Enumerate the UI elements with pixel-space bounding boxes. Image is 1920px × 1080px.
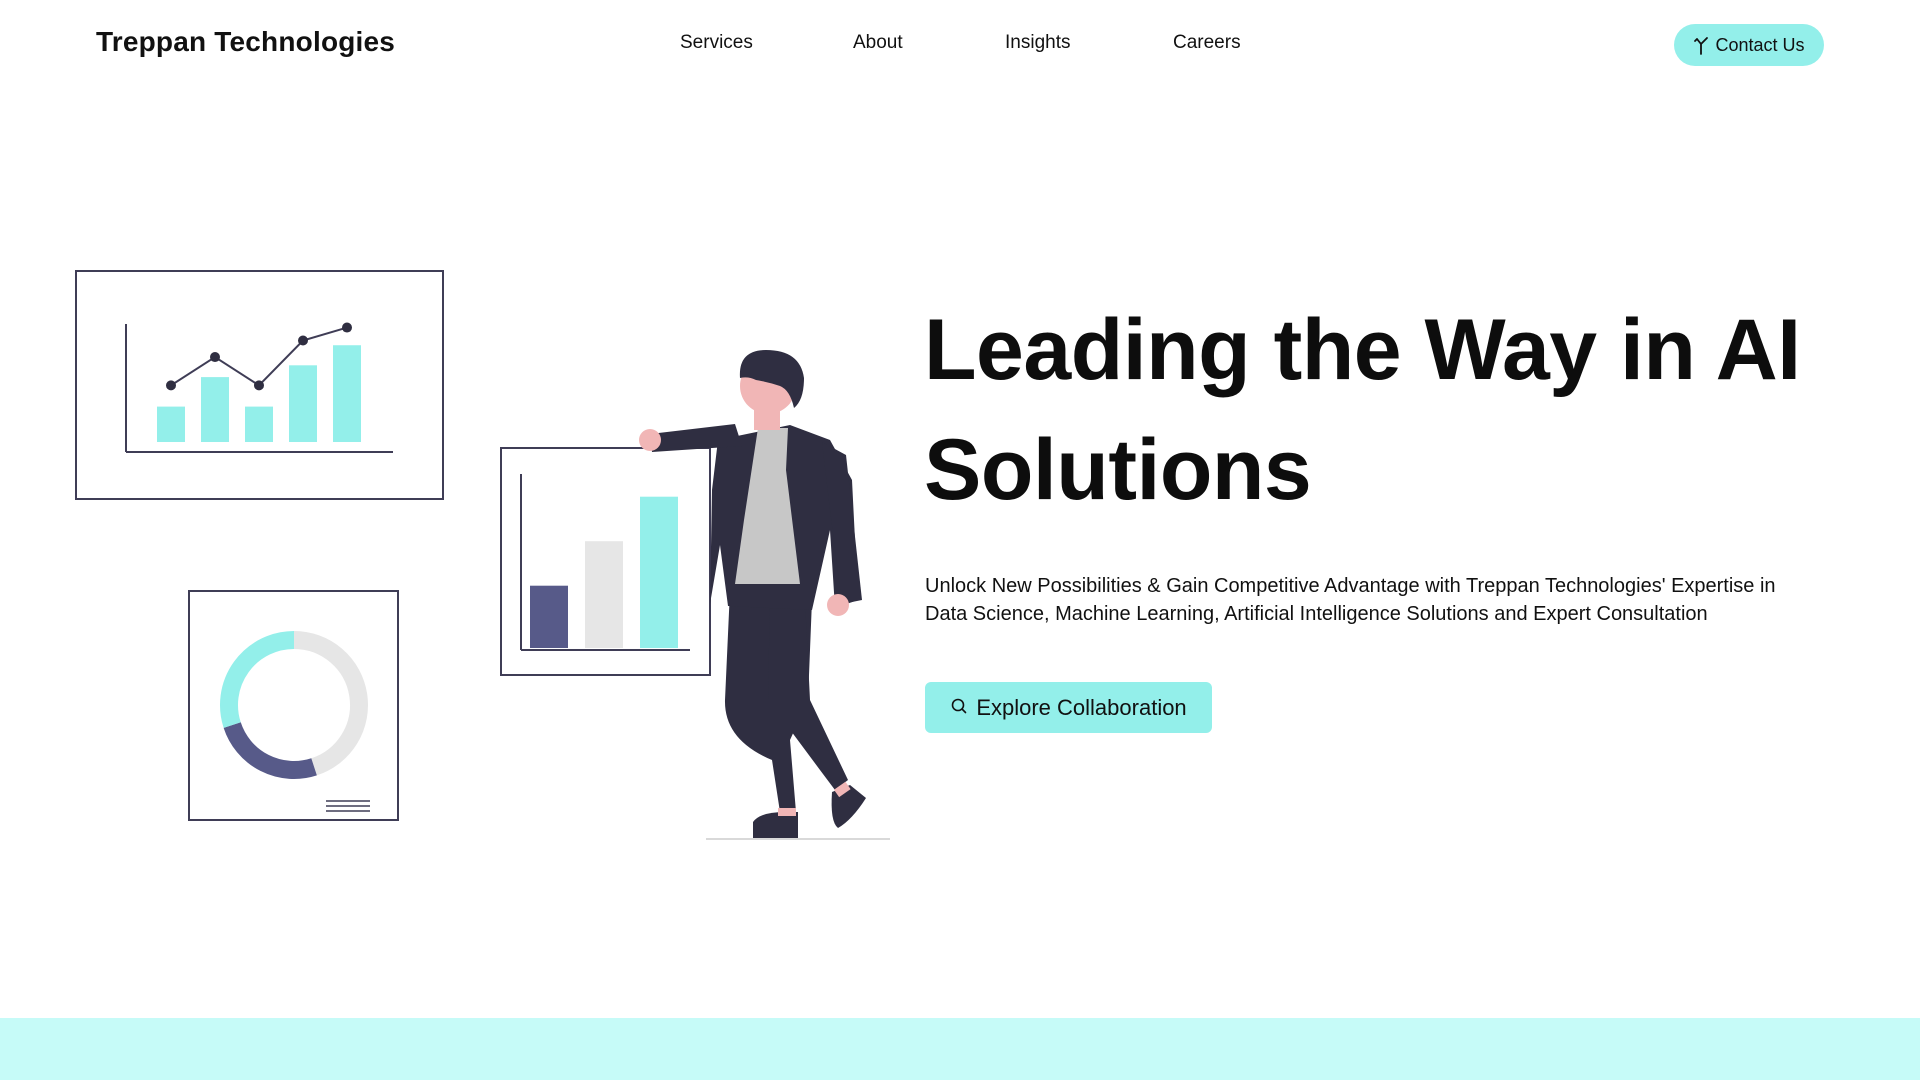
line-chart-bar [245,406,273,442]
businessman-presenting-charts-illustration [75,270,890,840]
bar-chart-bar [530,585,568,648]
line-chart-board [75,270,444,500]
hero-title-line-2: Solutions [924,422,1312,518]
next-section-band [0,1018,1920,1080]
line-chart-point [342,322,352,333]
bar-chart-bar [585,541,623,648]
contact-us-label: Contact Us [1715,34,1805,55]
line-chart-bar [201,377,229,442]
nav-careers[interactable]: Careers [1173,32,1241,54]
landing-page: Treppan Technologies Services About Insi… [0,0,1920,1080]
bar-chart-board [500,447,711,676]
donut-chart-board [188,590,399,821]
hero-subtitle-line-1: Unlock New Possibilities & Gain Competit… [925,575,1776,597]
line-chart-point [210,352,220,363]
search-icon [950,695,968,721]
hand-pointer-icon [1693,35,1709,55]
line-chart-point [254,380,264,391]
hero-title-line-1: Leading the Way in AI [924,302,1801,398]
hero-subtitle: Unlock New Possibilities & Gain Competit… [925,572,1835,628]
explore-collaboration-label: Explore Collaboration [976,694,1187,720]
line-chart-point [298,335,308,346]
bar-chart-bar [640,496,678,648]
hero-subtitle-line-2: Data Science, Machine Learning, Artifici… [925,603,1708,625]
line-chart-point [166,380,176,391]
nav-insights[interactable]: Insights [1005,32,1070,54]
explore-collaboration-button[interactable]: Explore Collaboration [925,682,1212,733]
line-chart-bar [157,406,185,442]
hero-title: Leading the Way in AI Solutions [924,290,1844,530]
line-chart-bar [333,345,361,442]
contact-us-button[interactable]: Contact Us [1674,24,1824,66]
line-chart-bar [289,365,317,442]
